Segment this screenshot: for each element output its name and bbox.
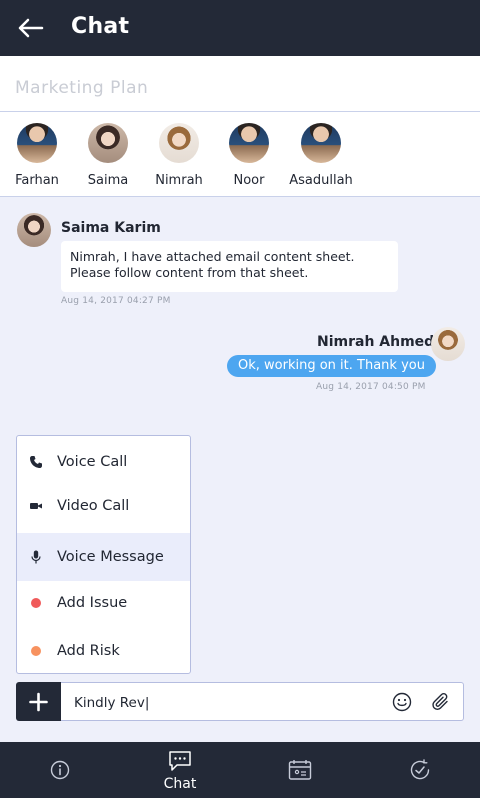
member-name: Asadullah: [289, 173, 353, 188]
menu-item-add-risk[interactable]: Add Risk: [17, 627, 190, 673]
member-nimrah[interactable]: Nimrah: [144, 123, 214, 188]
member-asadullah[interactable]: Asadullah: [286, 123, 356, 188]
calendar-icon: [288, 760, 312, 780]
menu-item-label: Voice Call: [57, 454, 128, 470]
paperclip-icon[interactable]: [431, 692, 451, 712]
member-name: Farhan: [15, 173, 59, 188]
red-dot-icon: [31, 598, 41, 608]
menu-item-voice-message[interactable]: Voice Message: [17, 533, 190, 581]
chat-subject-bar: Marketing Plan: [0, 56, 480, 112]
info-icon: [50, 760, 70, 780]
sender-avatar: [431, 327, 465, 361]
avatar: [301, 123, 341, 163]
avatar: [229, 123, 269, 163]
activity-clock-icon: [410, 759, 430, 780]
chat-bubble-icon: [169, 751, 191, 771]
chat-subject: Marketing Plan: [15, 78, 149, 98]
message-sender: Nimrah Ahmed: [317, 334, 435, 350]
message-time: Aug 14, 2017 04:50 PM: [316, 382, 426, 392]
top-bar: Chat: [0, 0, 480, 56]
tab-activity[interactable]: [360, 742, 480, 798]
attach-menu: Voice Call Video Call Voice Message Add …: [16, 435, 191, 674]
member-list: Farhan Saima Nimrah Noor Asadullah: [0, 112, 480, 197]
avatar: [159, 123, 199, 163]
member-name: Nimrah: [155, 173, 203, 188]
tab-label: Chat: [163, 776, 197, 792]
message-sender: Saima Karim: [61, 220, 161, 236]
arrow-left-icon[interactable]: [16, 16, 44, 40]
message-input-box: [61, 682, 464, 721]
tab-calendar[interactable]: [240, 742, 360, 798]
avatar: [88, 123, 128, 163]
add-attachment-button[interactable]: [16, 682, 61, 721]
message-input[interactable]: [74, 692, 374, 714]
sender-avatar: [17, 213, 51, 247]
outgoing-message-bubble: Ok, working on it. Thank you: [227, 355, 436, 377]
menu-item-label: Voice Message: [57, 549, 164, 565]
message-time: Aug 14, 2017 04:27 PM: [61, 296, 171, 306]
member-saima[interactable]: Saima: [73, 123, 143, 188]
menu-item-video-call[interactable]: Video Call: [17, 482, 190, 530]
phone-icon: [30, 456, 42, 468]
member-name: Noor: [233, 173, 265, 188]
orange-dot-icon: [31, 646, 41, 656]
incoming-message-bubble: Nimrah, I have attached email content sh…: [61, 241, 398, 292]
bottom-nav: Chat: [0, 742, 480, 798]
smiley-icon[interactable]: [392, 692, 412, 712]
menu-item-add-issue[interactable]: Add Issue: [17, 579, 190, 627]
page-title: Chat: [71, 14, 130, 39]
menu-item-label: Add Issue: [57, 595, 128, 611]
member-noor[interactable]: Noor: [214, 123, 284, 188]
menu-item-label: Add Risk: [57, 643, 120, 659]
menu-item-label: Video Call: [57, 498, 130, 514]
tab-chat[interactable]: Chat: [120, 742, 240, 798]
menu-item-voice-call[interactable]: Voice Call: [17, 438, 190, 486]
member-name: Saima: [87, 173, 129, 188]
tab-info[interactable]: [0, 742, 120, 798]
member-farhan[interactable]: Farhan: [2, 123, 72, 188]
microphone-icon: [31, 550, 41, 564]
avatar: [17, 123, 57, 163]
plus-icon: [29, 692, 48, 712]
video-camera-icon: [30, 503, 42, 509]
